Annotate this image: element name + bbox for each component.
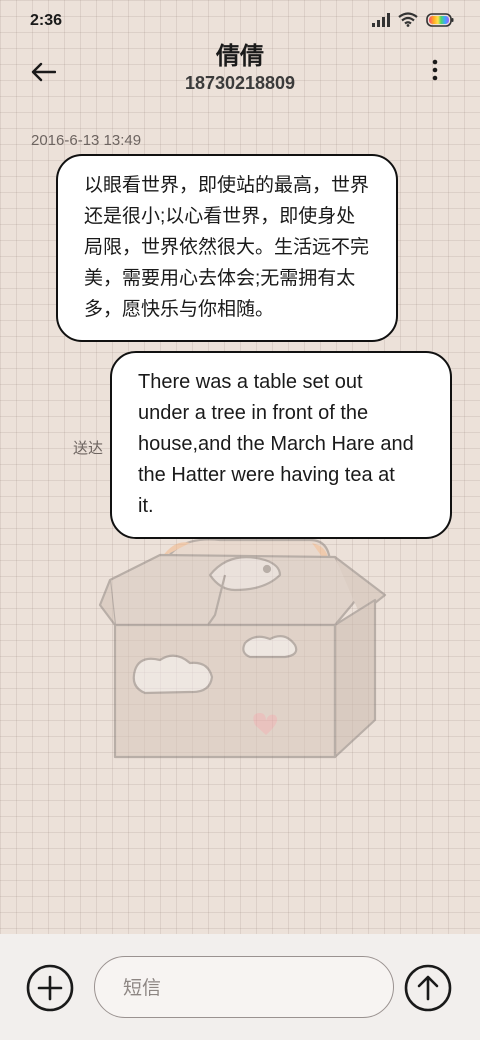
add-icon xyxy=(26,964,74,1016)
message-line: under a tree in front of the xyxy=(138,402,369,424)
message-input[interactable] xyxy=(121,975,365,1003)
status-bar: 2:36 xyxy=(0,0,480,40)
more-vertical-icon xyxy=(430,59,440,86)
conversation-header: 倩倩 18730218809 xyxy=(0,40,480,110)
cat-in-box-illustration xyxy=(90,535,390,770)
status-icons xyxy=(372,12,454,32)
message-line: the Hatter were having tea at xyxy=(138,464,395,486)
contact-number: 18730218809 xyxy=(184,73,296,93)
message-line: There was a table set out xyxy=(138,371,363,393)
message-line: 美，需要用心去体会;无需拥有太 xyxy=(84,268,356,289)
message-input-box[interactable] xyxy=(94,956,394,1018)
delivery-status: 送达 xyxy=(73,440,104,457)
wifi-icon xyxy=(398,12,418,32)
send-button[interactable] xyxy=(404,964,452,1012)
battery-icon xyxy=(426,12,454,32)
incoming-message-bubble[interactable]: 以眼看世界，即使站的最高，世界 还是很小;以心看世界，即使身处 局限，世界依然很… xyxy=(56,154,398,342)
message-line: 还是很小;以心看世界，即使身处 xyxy=(84,206,356,227)
message-line: 以眼看世界，即使站的最高，世界 xyxy=(84,175,370,196)
message-line: it. xyxy=(138,495,154,517)
contact-name: 倩倩 xyxy=(216,43,264,70)
message-line: 局限，世界依然很大。生活远不完 xyxy=(84,237,370,258)
message-timestamp: 2016-6-13 13:49 xyxy=(31,132,142,149)
composer-bar xyxy=(0,934,480,1040)
add-attachment-button[interactable] xyxy=(26,964,74,1012)
status-time: 2:36 xyxy=(30,12,63,29)
message-line: 多，愿快乐与你相随。 xyxy=(84,299,275,320)
contact-title[interactable]: 倩倩 18730218809 xyxy=(0,42,480,94)
more-options-button[interactable] xyxy=(430,58,440,84)
send-arrow-up-icon xyxy=(404,964,452,1016)
signal-icon xyxy=(372,12,390,32)
message-line: house,and the March Hare and xyxy=(138,433,414,455)
outgoing-message-bubble[interactable]: There was a table set out under a tree i… xyxy=(110,351,452,539)
